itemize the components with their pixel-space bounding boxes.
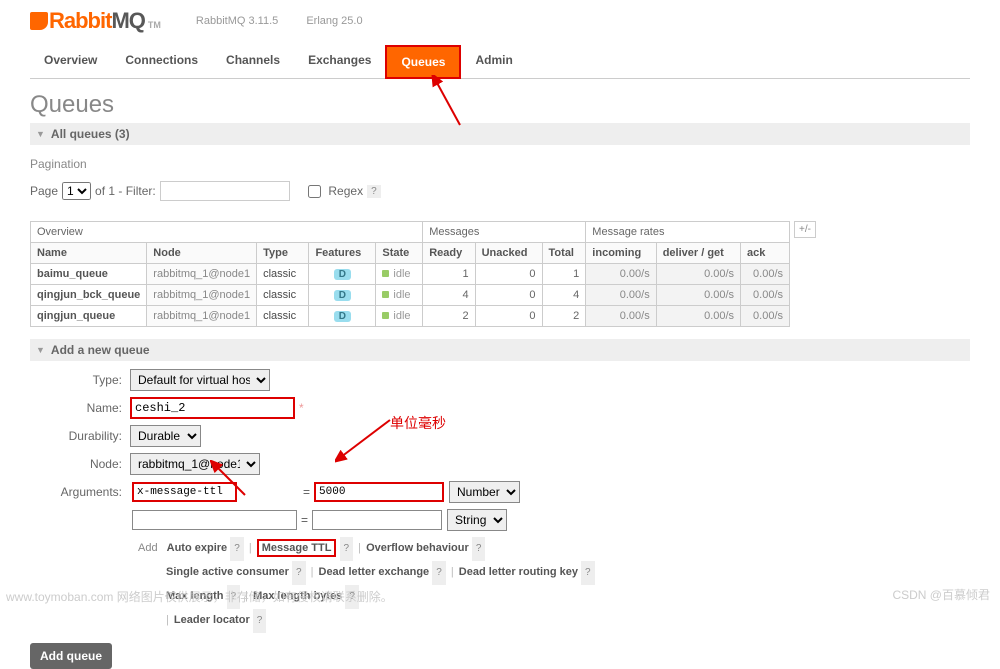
th-features[interactable]: Features — [309, 243, 376, 264]
tab-overview[interactable]: Overview — [30, 45, 111, 79]
required-star: * — [299, 401, 304, 415]
help-icon[interactable]: ? — [230, 537, 244, 561]
equals-sign: = — [303, 485, 310, 499]
watermark-right: CSDN @百慕倾君 — [892, 586, 990, 603]
regex-checkbox[interactable] — [308, 185, 321, 198]
logo: Rabbit MQ TM — [30, 8, 161, 34]
version-info: RabbitMQ 3.11.5 Erlang 25.0 — [196, 15, 388, 27]
th-name[interactable]: Name — [31, 243, 147, 264]
th-unacked[interactable]: Unacked — [475, 243, 542, 264]
add-queue-button[interactable]: Add queue — [30, 643, 112, 669]
thg-rates: Message rates — [586, 222, 790, 243]
help-icon[interactable]: ? — [340, 537, 354, 561]
arg-type-select-2[interactable]: String — [447, 509, 507, 531]
durable-badge: D — [334, 269, 351, 280]
chevron-down-icon: ▼ — [36, 345, 45, 355]
tab-queues[interactable]: Queues — [385, 45, 461, 79]
opt-single-consumer[interactable]: Single active consumer — [166, 566, 289, 578]
tab-admin[interactable]: Admin — [461, 45, 526, 79]
thg-messages: Messages — [423, 222, 586, 243]
name-label: Name: — [30, 401, 130, 415]
state-icon — [382, 291, 389, 298]
opt-dlrk[interactable]: Dead letter routing key — [459, 566, 578, 578]
th-ready[interactable]: Ready — [423, 243, 475, 264]
help-icon[interactable]: ? — [581, 561, 595, 585]
opt-leader-locator[interactable]: Leader locator — [174, 614, 250, 626]
page-select[interactable]: 1 — [62, 182, 91, 200]
opt-message-ttl[interactable]: Message TTL — [257, 539, 337, 557]
filter-input[interactable] — [160, 181, 290, 201]
help-icon[interactable]: ? — [292, 561, 306, 585]
brand-text-gray: MQ — [111, 8, 144, 34]
state-icon — [382, 312, 389, 319]
opt-dlx[interactable]: Dead letter exchange — [319, 566, 430, 578]
tab-connections[interactable]: Connections — [111, 45, 212, 79]
opt-auto-expire[interactable]: Auto expire — [167, 542, 228, 554]
th-ack[interactable]: ack — [741, 243, 790, 264]
add-queue-label: Add a new queue — [51, 343, 150, 357]
arg-key-input[interactable] — [132, 482, 237, 502]
help-icon[interactable]: ? — [253, 609, 267, 633]
state-icon — [382, 270, 389, 277]
brand-text-orange: Rabbit — [49, 8, 111, 34]
trademark: TM — [148, 20, 161, 30]
main-tabs: Overview Connections Channels Exchanges … — [30, 44, 970, 79]
name-input[interactable] — [130, 397, 295, 419]
chevron-down-icon: ▼ — [36, 129, 45, 139]
type-label: Type: — [30, 373, 130, 387]
queue-link[interactable]: baimu_queue — [37, 268, 108, 280]
table-row: qingjun_queue rabbitmq_1@node1 classic D… — [31, 306, 790, 327]
thg-overview: Overview — [31, 222, 423, 243]
opt-overflow[interactable]: Overflow behaviour — [366, 542, 469, 554]
erlang-version: Erlang 25.0 — [306, 15, 362, 27]
table-row: baimu_queue rabbitmq_1@node1 classic D i… — [31, 264, 790, 285]
node-label: Node: — [30, 457, 130, 471]
tab-exchanges[interactable]: Exchanges — [294, 45, 385, 79]
help-icon[interactable]: ? — [432, 561, 446, 585]
help-icon[interactable]: ? — [472, 537, 486, 561]
queues-table: Overview Messages Message rates Name Nod… — [30, 221, 790, 327]
durable-badge: D — [334, 290, 351, 301]
pagination-label: Pagination — [30, 157, 970, 171]
rabbitmq-version: RabbitMQ 3.11.5 — [196, 15, 278, 27]
of-filter-label: of 1 - Filter: — [95, 184, 156, 198]
arg-key-input-2[interactable] — [132, 510, 297, 530]
arguments-label: Arguments: — [30, 485, 130, 499]
arg-value-input-2[interactable] — [312, 510, 442, 530]
all-queues-label: All queues (3) — [51, 127, 130, 141]
durable-badge: D — [334, 311, 351, 322]
th-type[interactable]: Type — [257, 243, 309, 264]
all-queues-toggle[interactable]: ▼ All queues (3) — [30, 123, 970, 145]
durability-label: Durability: — [30, 429, 130, 443]
add-queue-toggle[interactable]: ▼ Add a new queue — [30, 339, 970, 361]
watermark-left: www.toymoban.com 网络图片仅供展示，非存储，如有侵权请联系删除。 — [6, 588, 393, 605]
page-label: Page — [30, 184, 58, 198]
th-total[interactable]: Total — [542, 243, 586, 264]
columns-toggle[interactable]: +/- — [794, 221, 816, 238]
th-deliver[interactable]: deliver / get — [656, 243, 740, 264]
th-state[interactable]: State — [376, 243, 423, 264]
regex-help-icon[interactable]: ? — [367, 185, 381, 198]
th-incoming[interactable]: incoming — [586, 243, 656, 264]
arg-type-select[interactable]: Number — [449, 481, 520, 503]
rabbit-icon — [30, 12, 48, 30]
th-node[interactable]: Node — [147, 243, 257, 264]
durability-select[interactable]: Durable — [130, 425, 201, 447]
page-title: Queues — [30, 91, 970, 119]
type-select[interactable]: Default for virtual host — [130, 369, 270, 391]
equals-sign: = — [301, 513, 308, 527]
pagination-controls: Page 1 of 1 - Filter: Regex ? — [30, 181, 970, 201]
regex-label: Regex — [328, 184, 363, 198]
queue-link[interactable]: qingjun_queue — [37, 310, 115, 322]
tab-channels[interactable]: Channels — [212, 45, 294, 79]
header: Rabbit MQ TM RabbitMQ 3.11.5 Erlang 25.0 — [30, 0, 970, 34]
node-select[interactable]: rabbitmq_1@node1 — [130, 453, 260, 475]
queue-link[interactable]: qingjun_bck_queue — [37, 289, 140, 301]
table-row: qingjun_bck_queue rabbitmq_1@node1 class… — [31, 285, 790, 306]
arg-value-input[interactable] — [314, 482, 444, 502]
add-label: Add — [138, 542, 158, 554]
